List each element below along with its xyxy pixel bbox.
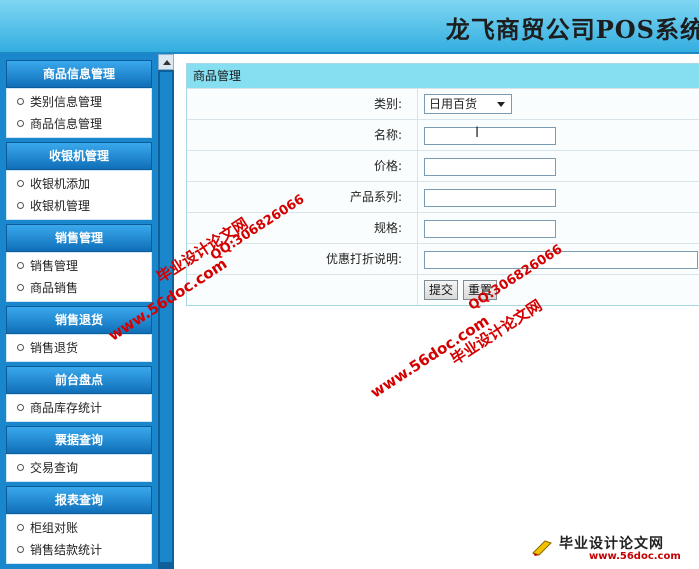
price-label: 价格:: [373, 159, 402, 173]
product-management-panel: 商品管理 类别: 日用百货 名称: I 价格: 产品系列: 规格: 优惠打折说明…: [186, 63, 699, 306]
scroll-up-arrow-icon[interactable]: [158, 54, 174, 70]
circle-bullet-icon: [17, 98, 24, 105]
sidebar-item-cashier-add[interactable]: 收银机添加: [7, 173, 151, 195]
menu-group-header[interactable]: 票据查询: [6, 426, 152, 454]
menu-group-sales: 销售管理 销售管理 商品销售: [6, 224, 152, 302]
scrollbar-thumb[interactable]: [160, 72, 172, 562]
sidebar-item-product-info-management[interactable]: 商品信息管理: [7, 113, 151, 135]
sidebar-item-product-sales[interactable]: 商品销售: [7, 277, 151, 299]
discount-label: 优惠打折说明:: [325, 252, 402, 266]
circle-bullet-icon: [17, 344, 24, 351]
app-title: 龙飞商贸公司POS系统: [445, 15, 699, 44]
circle-bullet-icon: [17, 202, 24, 209]
chevron-down-icon: [497, 102, 505, 107]
circle-bullet-icon: [17, 404, 24, 411]
form-row-name: 名称: I: [187, 119, 699, 150]
circle-bullet-icon: [17, 546, 24, 553]
form-row-series: 产品系列:: [187, 181, 699, 212]
sidebar-item-transaction-query[interactable]: 交易查询: [7, 457, 151, 479]
spec-label: 规格:: [373, 221, 402, 235]
series-input[interactable]: [424, 189, 556, 207]
menu-group-header[interactable]: 前台盘点: [6, 366, 152, 394]
name-label: 名称:: [373, 128, 402, 142]
menu-group-header[interactable]: 报表查询: [6, 486, 152, 514]
series-label: 产品系列:: [349, 190, 402, 204]
pen-logo-icon: [532, 540, 552, 556]
circle-bullet-icon: [17, 120, 24, 127]
circle-bullet-icon: [17, 284, 24, 291]
menu-group-header[interactable]: 收银机管理: [6, 142, 152, 170]
category-select[interactable]: 日用百货: [424, 94, 512, 114]
logo-name: 毕业设计论文网: [559, 536, 664, 552]
menu-group-receipts: 票据查询 交易查询: [6, 426, 152, 482]
panel-title: 商品管理: [187, 64, 699, 88]
form-row-actions: 提交 重置: [187, 274, 699, 305]
circle-bullet-icon: [17, 180, 24, 187]
sidebar-item-category-management[interactable]: 类别信息管理: [7, 91, 151, 113]
sidebar-item-settlement-statistics[interactable]: 销售结款统计: [7, 539, 151, 561]
category-label: 类别:: [373, 97, 402, 111]
spec-input[interactable]: [424, 220, 556, 238]
site-logo: 毕业设计论文网 www.56doc.com: [531, 533, 691, 563]
circle-bullet-icon: [17, 262, 24, 269]
menu-group-header[interactable]: 销售管理: [6, 224, 152, 252]
submit-button[interactable]: 提交: [424, 280, 459, 300]
price-input[interactable]: [424, 158, 556, 176]
menu-group-header[interactable]: 商品信息管理: [6, 60, 152, 88]
name-input[interactable]: [424, 127, 556, 145]
circle-bullet-icon: [17, 524, 24, 531]
menu-group-inventory: 前台盘点 商品库存统计: [6, 366, 152, 422]
sidebar-item-sales-management[interactable]: 销售管理: [7, 255, 151, 277]
text-cursor-icon: I: [475, 125, 480, 141]
form-row-discount: 优惠打折说明:: [187, 243, 699, 274]
sidebar-item-counter-reconciliation[interactable]: 柜组对账: [7, 517, 151, 539]
form-row-category: 类别: 日用百货: [187, 88, 699, 119]
form-row-price: 价格:: [187, 150, 699, 181]
sidebar-item-sales-returns[interactable]: 销售退货: [7, 337, 151, 359]
sidebar-item-cashier-management[interactable]: 收银机管理: [7, 195, 151, 217]
app-header: 龙飞商贸公司POS系统: [0, 0, 699, 54]
menu-group-product-info: 商品信息管理 类别信息管理 商品信息管理: [6, 60, 152, 138]
category-selected-value: 日用百货: [429, 97, 478, 111]
circle-bullet-icon: [17, 464, 24, 471]
logo-url: www.56doc.com: [589, 551, 681, 562]
sidebar-item-stock-statistics[interactable]: 商品库存统计: [7, 397, 151, 419]
menu-group-reports: 报表查询 柜组对账 销售结款统计: [6, 486, 152, 564]
menu-group-cashier: 收银机管理 收银机添加 收银机管理: [6, 142, 152, 220]
